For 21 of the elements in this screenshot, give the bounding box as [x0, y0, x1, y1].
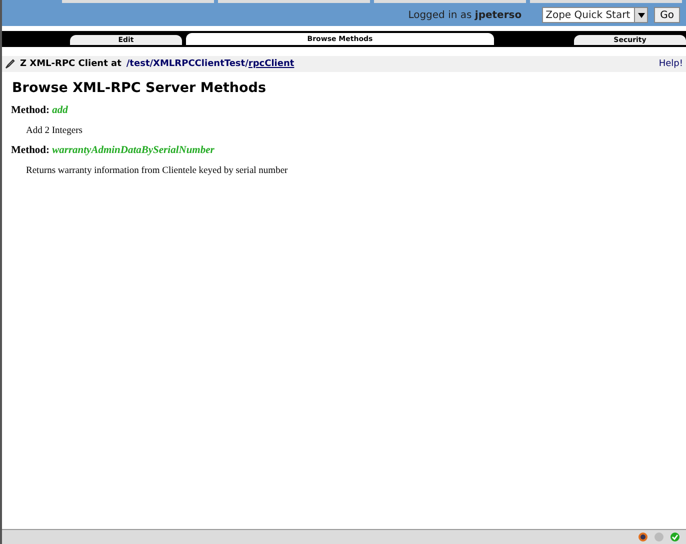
breadcrumb-label: Z XML-RPC Client at: [20, 59, 122, 69]
path-segment[interactable]: /XMLRPCClientTest: [150, 59, 246, 69]
pen-icon: [5, 59, 15, 69]
method-label: Method:: [11, 105, 50, 116]
login-status: Logged in as jpeterso: [408, 10, 522, 20]
check-icon: [670, 532, 680, 542]
method-description: Add 2 Integers: [26, 126, 84, 136]
method-description: Returns warranty information from Clientele keyed by serial number: [26, 166, 289, 176]
path-segment[interactable]: /test: [126, 59, 150, 69]
method-label: Method:: [11, 145, 50, 156]
status-icon: [654, 532, 664, 542]
help-link[interactable]: Help!: [658, 59, 683, 69]
method-name: add: [52, 105, 68, 116]
browser-icon: [638, 532, 648, 542]
method-name: warrantyAdminDataBySerialNumber: [52, 145, 214, 156]
caret-icon: [634, 8, 648, 22]
go-button[interactable]: Go: [654, 7, 680, 23]
path-link[interactable]: rpcClient: [248, 59, 294, 69]
path-segment[interactable]: /: [245, 59, 248, 69]
quick-start-select[interactable]: Zope Quick Start: [542, 7, 648, 23]
page-title: Browse XML-RPC Server Methods: [12, 80, 268, 96]
